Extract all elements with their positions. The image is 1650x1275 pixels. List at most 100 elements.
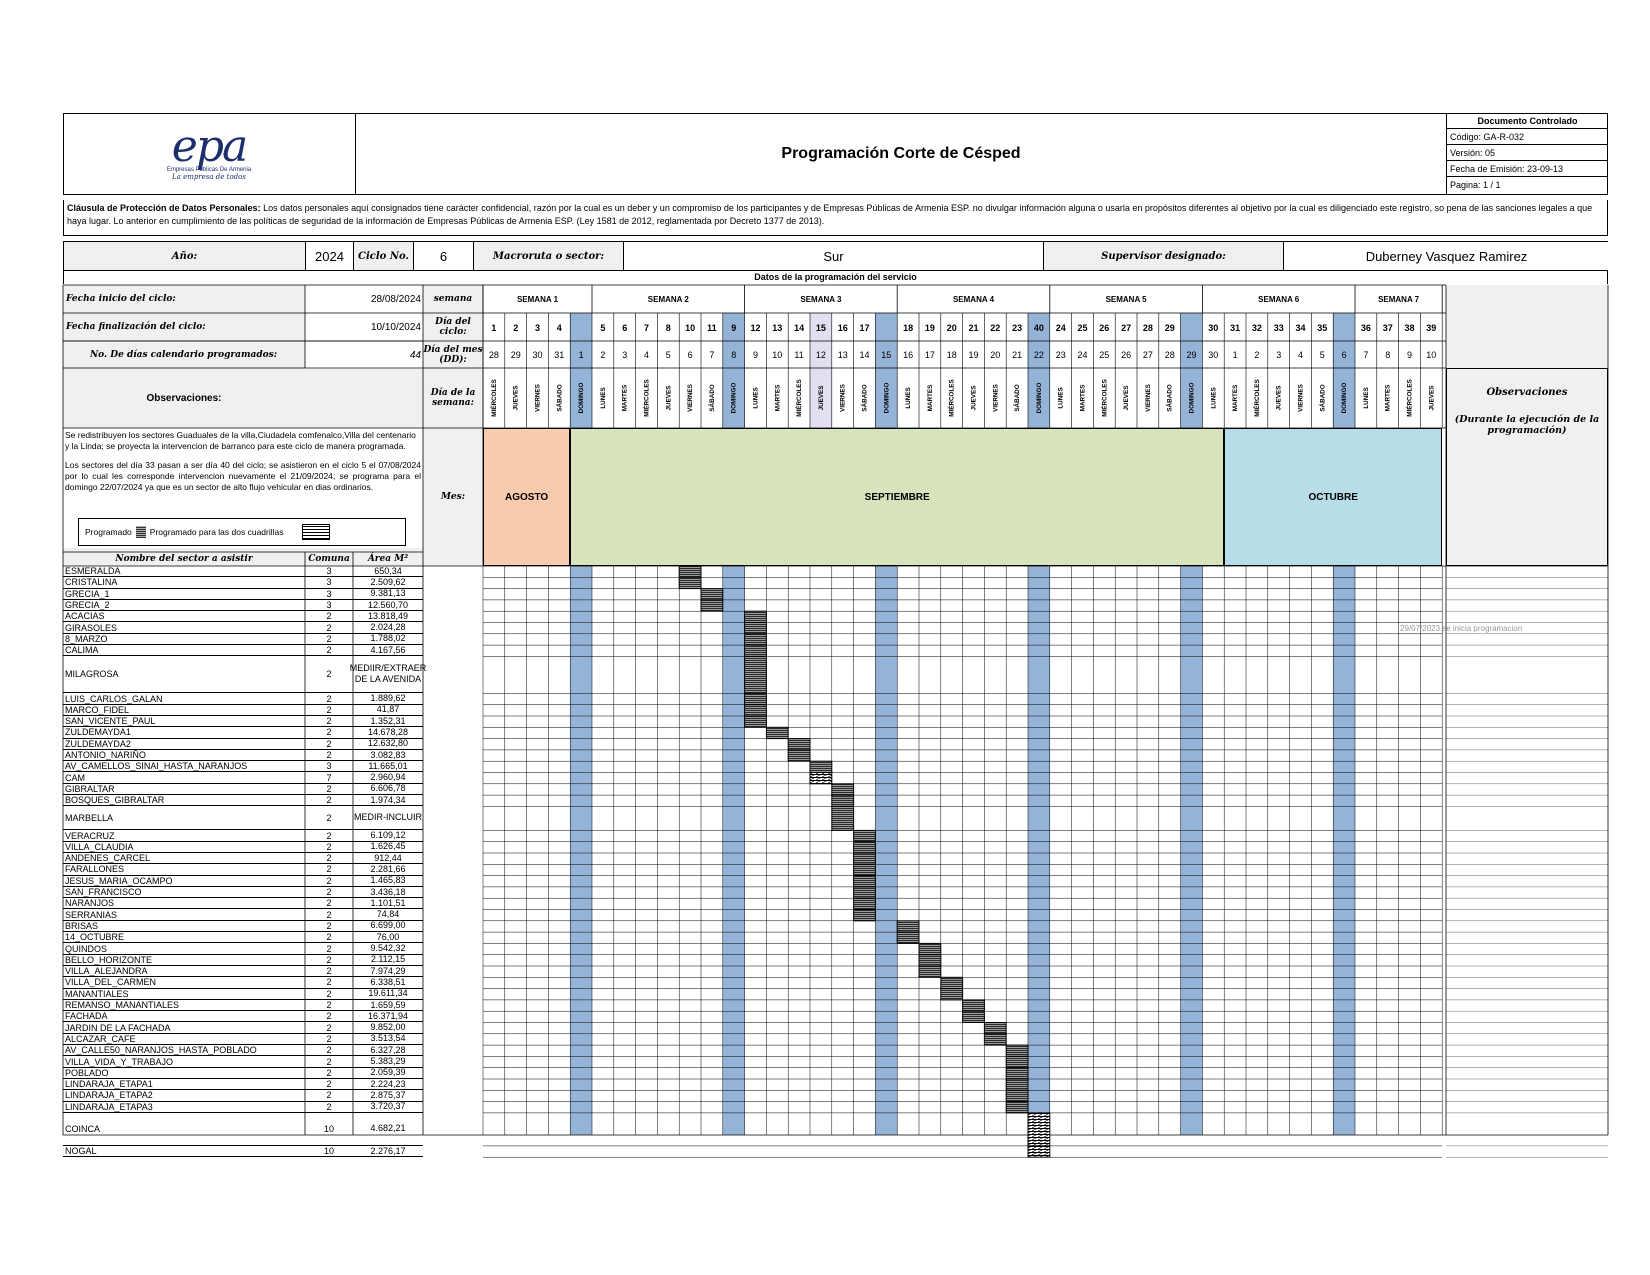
sector-comuna: 2 (305, 656, 353, 694)
scheduled-mark (744, 715, 767, 728)
cycle-day: 13 (772, 323, 782, 333)
sector-name: FARALLONES (63, 864, 305, 876)
month-day: 8 (731, 350, 736, 360)
cycle-day: 1 (491, 323, 496, 333)
month-day: 9 (753, 350, 758, 360)
scheduled-mark (853, 875, 876, 888)
sector-name: GRECIA_1 (63, 589, 305, 600)
sector-name: MANANTIALES (63, 989, 305, 1000)
cycle-day: 8 (666, 323, 671, 333)
sector-area: 1.659,59 (353, 1000, 423, 1012)
scheduled-mark (700, 599, 724, 612)
sector-name: AV_CAMELLOS_SINAI_HASTA_NARANJOS (63, 761, 305, 773)
sector-name: AV_CALLE50_NARANJOS_HASTA_POBLADO (63, 1045, 305, 1057)
sector-name: CAM (63, 773, 305, 784)
mes-label: Mes: (440, 492, 466, 502)
sector-comuna: 2 (305, 739, 353, 750)
weekday-label: JUEVES (1123, 386, 1130, 411)
sector-name: ESMERALDA (63, 566, 305, 578)
sector-comuna: 2 (305, 1090, 353, 1102)
weekday-label: VIERNES (535, 384, 542, 412)
weekday-label: SÁBADO (1012, 384, 1021, 411)
scheduled-mark (678, 576, 702, 590)
month-day: 5 (1320, 350, 1325, 360)
legend: Programado Programado para las dos cuadr… (78, 518, 406, 546)
sector-area: 2.224,23 (353, 1079, 423, 1091)
cycle-day: 38 (1404, 323, 1414, 333)
sector-area: 2.509,62 (353, 577, 423, 589)
week-label: SEMANA 4 (953, 295, 995, 304)
sector-comuna: 2 (305, 1068, 353, 1079)
month-day: 18 (947, 350, 957, 360)
dual-crew-mark (1027, 1145, 1051, 1158)
sector-comuna: 2 (305, 1079, 353, 1091)
cycle-day: 3 (535, 323, 540, 333)
weekday-label: MIÉRCOLES (1252, 379, 1261, 416)
sector-area: 2.024,28 (353, 622, 423, 634)
month-septiembre: SEPTIEMBRE (570, 428, 1225, 566)
weekday-label: SÁBADO (860, 384, 869, 411)
sector-area: 1.788,02 (353, 633, 423, 646)
scheduled-mark (744, 633, 767, 646)
weekday-label: MARTES (1385, 385, 1392, 412)
sector-comuna: 2 (305, 795, 353, 807)
scheduled-mark (918, 954, 942, 967)
month-day: 28 (489, 350, 499, 360)
sector-name: 14_OCTUBRE (63, 932, 305, 944)
sector-comuna: 2 (305, 910, 353, 921)
sector-name: COINCA (63, 1113, 305, 1146)
month-day: 11 (794, 350, 803, 360)
weekday-label: VIERNES (992, 384, 999, 412)
sector-area: 12.560,70 (353, 600, 423, 612)
weekday-label: LUNES (905, 387, 912, 408)
cycle-day: 35 (1317, 323, 1327, 333)
sector-name: GIRASOLES (63, 623, 305, 634)
cycle-day: 39 (1426, 323, 1436, 333)
start-label: Fecha inicio del ciclo: (66, 294, 176, 304)
sunday-column (570, 566, 592, 1135)
sector-area: 1.889,62 (353, 693, 423, 705)
col-comuna-header: Comuna (308, 554, 350, 564)
weekday-label: MIÉRCOLES (642, 379, 651, 416)
month-day: 26 (1121, 350, 1131, 360)
month-day: 29 (1186, 350, 1196, 360)
scheduled-mark (1005, 1089, 1029, 1103)
sector-comuna: 2 (305, 634, 353, 646)
start-value: 28/08/2024 (370, 293, 421, 305)
cycle-day: 16 (838, 323, 848, 333)
dia-ciclo-label: Día del ciclo: (435, 317, 471, 337)
month-day: 4 (1298, 350, 1303, 360)
cycle-day: 21 (968, 323, 978, 333)
cycle-day: 33 (1274, 323, 1284, 333)
month-day: 31 (554, 350, 564, 360)
weekday-label: LUNES (1210, 387, 1217, 408)
sector-area: 2.875,37 (353, 1090, 423, 1102)
sector-name: LINDARAJA_ETAPA1 (63, 1079, 305, 1091)
sector-name: ZULDEMAYDA1 (63, 727, 305, 739)
sector-name: QUINDOS (63, 943, 305, 955)
weekday-label: JUEVES (971, 386, 978, 411)
sector-name: VILLA_VIDA_Y_TRABAJO (63, 1056, 305, 1068)
month-day: 15 (881, 350, 891, 360)
sector-comuna: 2 (305, 750, 353, 762)
month-day: 25 (1099, 350, 1109, 360)
month-day: 20 (990, 350, 1000, 360)
cycle-day: 9 (731, 323, 736, 333)
weekday-label: JUEVES (818, 386, 825, 411)
month-day: 6 (1342, 350, 1347, 360)
sunday-column (875, 566, 898, 1135)
scheduled-mark (918, 965, 942, 978)
sector-name: POBLADO (63, 1068, 305, 1079)
sunday-column (1180, 566, 1203, 1135)
sector-comuna: 2 (305, 943, 353, 955)
sector-area: 2.960,94 (353, 772, 423, 784)
cycle-day: 34 (1295, 323, 1305, 333)
sector-area: 9.381,13 (353, 588, 423, 600)
weekday-label: MARTES (1232, 385, 1239, 412)
observations-paragraph-1: Se redistribuyen los sectores Guaduales … (65, 430, 416, 451)
month-day: 3 (622, 350, 627, 360)
sector-area: MEDIIR/EXTRAER DE LA AVENIDA (350, 656, 426, 694)
sector-comuna: 2 (305, 693, 353, 705)
week-label: SEMANA 6 (1258, 295, 1300, 304)
days-value: 44 (409, 349, 421, 361)
